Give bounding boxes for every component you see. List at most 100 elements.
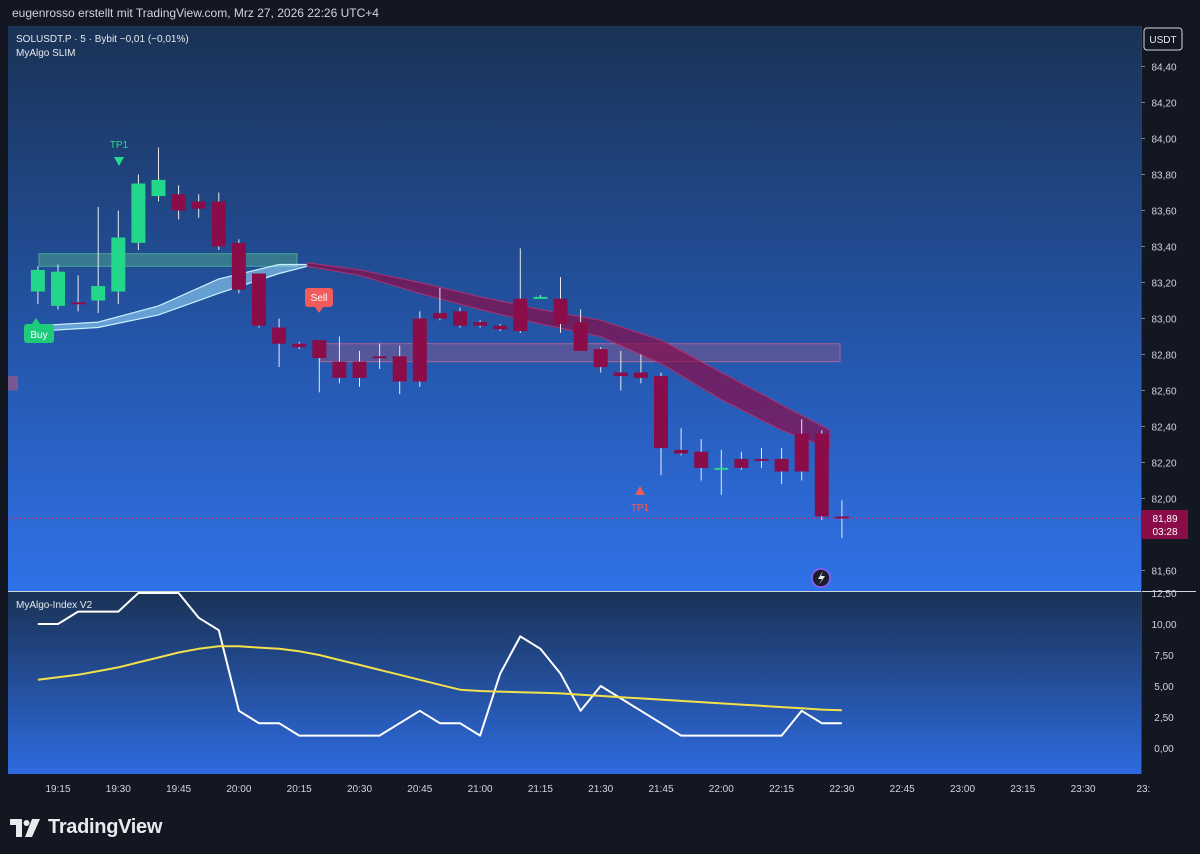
candle-body xyxy=(332,361,347,378)
indicator-legend[interactable]: MyAlgo SLIM xyxy=(16,48,75,59)
tradingview-brand-text: TradingView xyxy=(48,816,163,838)
candle-body xyxy=(814,433,829,517)
x-tick-label: 22:45 xyxy=(890,784,915,795)
attribution-text: eugenrosso erstellt mit TradingView.com,… xyxy=(12,6,379,20)
candle-body xyxy=(633,372,648,378)
candle xyxy=(412,311,427,387)
tradingview-logo-icon xyxy=(10,818,40,837)
x-tick-label: 21:15 xyxy=(528,784,553,795)
candle-body xyxy=(131,183,146,243)
y-tick-label: 84,40 xyxy=(1151,63,1176,74)
y-tick-label: 82,00 xyxy=(1151,495,1176,506)
sub-y-tick-label: 5,00 xyxy=(1154,682,1174,693)
y-tick-label: 83,80 xyxy=(1151,171,1176,182)
x-tick-label: 19:30 xyxy=(106,784,131,795)
candle-body xyxy=(252,273,266,326)
x-tick-label: 20:45 xyxy=(407,784,432,795)
candle xyxy=(131,174,146,251)
candle-body xyxy=(794,433,809,472)
candle-body xyxy=(432,313,447,319)
candle-body xyxy=(91,286,106,301)
last-price-label: 81,89 03:28 xyxy=(1142,510,1188,539)
x-tick-label: 19:15 xyxy=(45,784,70,795)
candle-body xyxy=(71,302,86,305)
x-tick-label: 20:00 xyxy=(226,784,251,795)
candle-body xyxy=(151,179,166,197)
sub-y-tick-label: 2,50 xyxy=(1154,713,1174,724)
candle-body xyxy=(553,298,568,324)
resistance-zone-left xyxy=(8,376,18,391)
candle-body xyxy=(111,237,126,292)
candle-body xyxy=(513,298,528,332)
tp-top-text: TP1 xyxy=(110,140,129,151)
y-tick-label: 84,00 xyxy=(1151,135,1176,146)
y-tick-label: 81,60 xyxy=(1151,567,1176,578)
symbol-legend[interactable]: SOLUSDT.P · 5 · Bybit −0,01 (−0,01%) xyxy=(16,34,189,45)
candle-body xyxy=(191,201,206,209)
candle-body xyxy=(392,356,407,382)
candle-body xyxy=(473,322,488,326)
x-tick-label: 21:00 xyxy=(468,784,493,795)
x-tick-label: 22:00 xyxy=(709,784,734,795)
candle-body xyxy=(573,322,588,351)
y-tick-label: 84,20 xyxy=(1151,99,1176,110)
sell-signal-text: Sell xyxy=(311,293,328,304)
candle-body xyxy=(754,458,769,461)
candle-body xyxy=(493,325,508,330)
last-price-value: 81,89 xyxy=(1152,514,1177,525)
currency-badge[interactable]: USDT xyxy=(1143,27,1183,51)
candle-body xyxy=(412,318,427,382)
sub-y-tick-label: 0,00 xyxy=(1154,744,1174,755)
candle-body xyxy=(292,343,307,348)
candle-body xyxy=(734,458,749,468)
candle xyxy=(814,430,829,521)
y-tick-label: 82,80 xyxy=(1151,351,1176,362)
buy-signal-text: Buy xyxy=(30,330,47,341)
candle-body xyxy=(694,451,709,468)
y-tick-label: 82,60 xyxy=(1151,387,1176,398)
candle-body xyxy=(654,376,668,449)
y-tick-label: 83,40 xyxy=(1151,243,1176,254)
x-tick-label: 23: xyxy=(1136,784,1150,795)
x-tick-label: 23:30 xyxy=(1071,784,1096,795)
x-tick-label: 21:30 xyxy=(588,784,613,795)
last-price-countdown: 03:28 xyxy=(1152,527,1177,538)
candle-body xyxy=(774,458,789,472)
sub-pane-bg xyxy=(8,592,1141,774)
support-zone xyxy=(38,253,298,267)
sub-indicator-legend[interactable]: MyAlgo-Index V2 xyxy=(16,600,93,611)
sub-y-tick-label: 10,00 xyxy=(1151,620,1176,631)
y-tick-label: 83,20 xyxy=(1151,279,1176,290)
sub-y-tick-label: 7,50 xyxy=(1154,651,1174,662)
candle-body xyxy=(312,340,327,359)
candle-body xyxy=(593,349,608,368)
candle-body xyxy=(352,361,367,378)
candle xyxy=(252,273,266,328)
y-tick-label: 82,40 xyxy=(1151,423,1176,434)
candle-body xyxy=(372,356,387,359)
sub-y-tick-label: 12,50 xyxy=(1151,589,1176,600)
top-bar: eugenrosso erstellt mit TradingView.com,… xyxy=(0,0,1200,26)
candle-body xyxy=(272,327,287,344)
y-tick-label: 82,20 xyxy=(1151,459,1176,470)
candle-body xyxy=(231,242,246,290)
x-tick-label: 23:15 xyxy=(1010,784,1035,795)
lightning-icon[interactable] xyxy=(811,568,831,588)
chart-area[interactable]: 84,40 84,20 84,00 83,80 83,60 83,40 83,20 83,00… xyxy=(8,26,1196,802)
candle-body xyxy=(51,271,65,306)
footer: TradingView xyxy=(0,802,1200,854)
candle-body xyxy=(533,296,548,299)
y-tick-label: 83,00 xyxy=(1151,315,1176,326)
x-tick-label: 23:00 xyxy=(950,784,975,795)
x-tick-label: 22:15 xyxy=(769,784,794,795)
candle-body xyxy=(30,269,45,292)
candle-body xyxy=(453,311,467,326)
currency-badge-text: USDT xyxy=(1149,35,1176,46)
x-tick-label: 21:45 xyxy=(648,784,673,795)
candle-body xyxy=(613,372,628,377)
candle-body xyxy=(211,201,226,247)
chart-svg[interactable]: 84,40 84,20 84,00 83,80 83,60 83,40 83,20 83,00… xyxy=(8,26,1196,802)
tp-bottom-text: TP1 xyxy=(631,503,650,514)
tradingview-logo[interactable]: TradingView xyxy=(10,816,162,839)
x-tick-label: 20:15 xyxy=(287,784,312,795)
